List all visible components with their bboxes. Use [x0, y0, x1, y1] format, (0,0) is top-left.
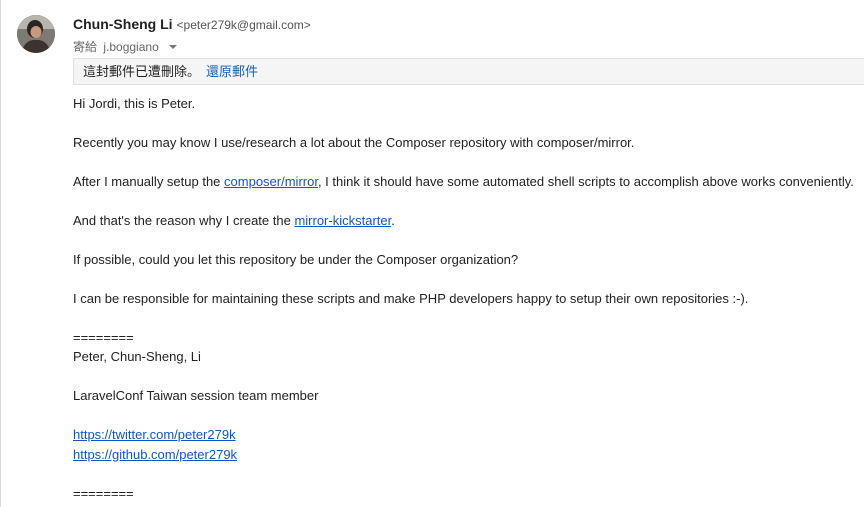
mirror-kickstarter-link[interactable]: mirror-kickstarter — [294, 213, 391, 228]
deleted-notice-text: 這封郵件已遭刪除。 — [83, 64, 201, 79]
recipient-name: j.boggiano — [103, 40, 159, 54]
sender-email: <peter279k@gmail.com> — [176, 18, 311, 32]
paragraph-4: If possible, could you let this reposito… — [73, 252, 519, 267]
recipient-line[interactable]: 寄給 j.boggiano — [73, 38, 178, 55]
github-link[interactable]: https://github.com/peter279k — [73, 447, 237, 462]
paragraph-1: Recently you may know I use/research a l… — [73, 135, 635, 150]
avatar-image — [17, 15, 55, 53]
deleted-notice: 這封郵件已遭刪除。 還原郵件 — [73, 58, 864, 85]
sender-name[interactable]: Chun-Sheng Li — [73, 16, 173, 32]
paragraph-3-end: . — [391, 213, 395, 228]
twitter-link-line: https://twitter.com/peter279k — [73, 427, 236, 443]
avatar[interactable] — [17, 15, 55, 53]
sender-line: Chun-Sheng Li <peter279k@gmail.com> — [73, 16, 311, 32]
paragraph-2-start: After I manually setup the — [73, 174, 225, 189]
signature-name: Peter, Chun-Sheng, Li — [73, 349, 201, 364]
chevron-down-icon[interactable] — [169, 45, 178, 49]
twitter-link[interactable]: https://twitter.com/peter279k — [73, 427, 236, 442]
undo-delete-link[interactable]: 還原郵件 — [206, 64, 258, 79]
paragraph-2-end: , I think it should have some automated … — [317, 174, 854, 189]
signature-separator: ======== — [73, 330, 134, 345]
paragraph-5: I can be responsible for maintaining the… — [73, 291, 749, 306]
paragraph-3: And that's the reason why I create the m… — [73, 213, 395, 229]
signature-role: LaravelConf Taiwan session team member — [73, 388, 319, 403]
paragraph-2: After I manually setup the composer/mirr… — [73, 174, 854, 190]
closing-separator: ======== — [73, 486, 134, 501]
composer-mirror-link[interactable]: composer/mirror — [224, 174, 318, 189]
greeting: Hi Jordi, this is Peter. — [73, 96, 196, 111]
github-link-line: https://github.com/peter279k — [73, 447, 237, 463]
left-border — [0, 0, 1, 507]
paragraph-3-start: And that's the reason why I create the — [73, 213, 295, 228]
to-label: 寄給 — [73, 40, 98, 54]
